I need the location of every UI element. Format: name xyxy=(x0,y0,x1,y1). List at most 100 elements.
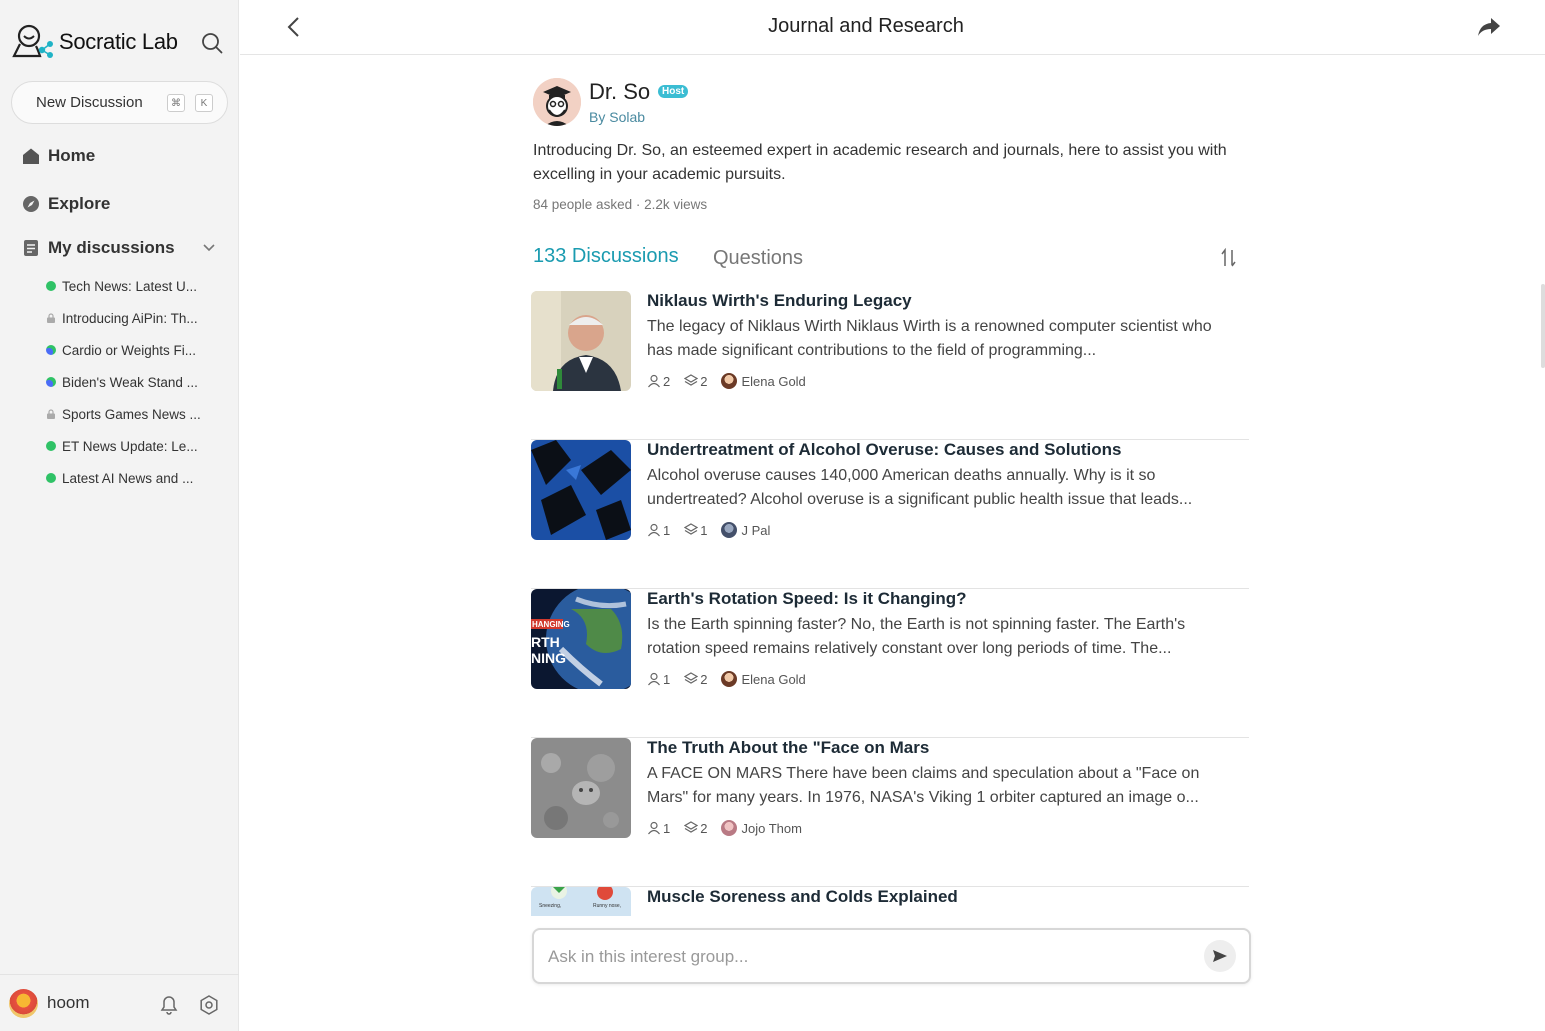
tab-discussions[interactable]: 133 Discussions xyxy=(533,245,679,268)
logo-text: Socratic Lab xyxy=(59,29,178,54)
top-bar: Journal and Research xyxy=(240,0,1545,55)
discussion-list: Tech News: Latest U... Introducing AiPin… xyxy=(46,270,216,494)
card-thumbnail[interactable] xyxy=(531,291,631,391)
status-dot-icon xyxy=(46,345,56,355)
people-icon xyxy=(648,672,660,686)
discussion-card[interactable]: HANGING RTH NING Earth's Rotation Speed:… xyxy=(531,589,1249,738)
card-meta: 1 2 Elena Gold xyxy=(647,671,806,687)
status-dot-icon xyxy=(46,473,56,483)
discussion-item-label: Latest AI News and ... xyxy=(62,470,194,486)
discussion-item-label: Introducing AiPin: Th... xyxy=(62,310,198,326)
new-discussion-label: New Discussion xyxy=(36,94,143,111)
settings-icon[interactable] xyxy=(199,995,219,1015)
nav-home[interactable]: Home xyxy=(22,146,95,166)
page-title: Journal and Research xyxy=(768,15,964,37)
discussion-card[interactable]: The Truth About the "Face on Mars A FACE… xyxy=(531,738,1249,887)
author-name[interactable]: J Pal xyxy=(741,523,770,538)
thumbnail-text: HANGING xyxy=(532,620,570,629)
new-discussion-button[interactable]: New Discussion ⌘ K xyxy=(11,81,228,124)
card-title[interactable]: Earth's Rotation Speed: Is it Changing? xyxy=(647,589,967,609)
author-name[interactable]: Jojo Thom xyxy=(741,821,801,836)
author-name[interactable]: Elena Gold xyxy=(741,374,805,389)
ask-input[interactable] xyxy=(548,944,1188,970)
logo[interactable]: Socratic Lab xyxy=(12,20,227,64)
earth-thumbnail: HANGING RTH NING xyxy=(531,589,631,689)
nav-explore[interactable]: Explore xyxy=(22,194,110,214)
share-icon[interactable] xyxy=(1477,16,1501,38)
discussion-item-label: Tech News: Latest U... xyxy=(62,278,198,294)
graduate-avatar-icon xyxy=(533,78,581,126)
discussion-card[interactable]: Sneezing, Runny nose, Muscle Soreness an… xyxy=(531,887,1249,917)
nav-my-discussions[interactable]: My discussions xyxy=(22,238,175,258)
card-thumbnail[interactable]: HANGING RTH NING xyxy=(531,589,631,689)
host-badge: Host xyxy=(658,85,689,98)
people-count: 1 xyxy=(663,522,671,538)
status-dot-icon xyxy=(46,441,56,451)
people-icon xyxy=(648,821,660,835)
card-title[interactable]: Undertreatment of Alcohol Overuse: Cause… xyxy=(647,440,1122,460)
discussion-item-label: Biden's Weak Stand ... xyxy=(62,374,198,390)
card-meta: 2 2 Elena Gold xyxy=(647,373,806,389)
discussion-item-label: Sports Games News ... xyxy=(62,406,201,422)
people-icon xyxy=(648,374,660,388)
layers-icon xyxy=(684,374,699,386)
discussion-item[interactable]: Tech News: Latest U... xyxy=(46,270,216,302)
search-icon[interactable] xyxy=(201,32,223,54)
layers-count: 2 xyxy=(700,671,708,687)
author-avatar xyxy=(721,522,738,538)
discussion-item[interactable]: ET News Update: Le... xyxy=(46,430,216,462)
socratic-lab-logo-icon xyxy=(12,24,53,58)
host-stats: 84 people asked · 2.2k views xyxy=(533,197,708,212)
discussion-item-label: ET News Update: Le... xyxy=(62,438,198,454)
thumbnail-text: RTH xyxy=(531,634,560,650)
nav-my-discussions-label: My discussions xyxy=(48,238,175,257)
discussion-card[interactable]: Niklaus Wirth's Enduring Legacy The lega… xyxy=(531,291,1249,440)
compass-icon xyxy=(23,196,39,212)
card-thumbnail[interactable]: Sneezing, Runny nose, xyxy=(531,887,631,916)
user-name[interactable]: hoom xyxy=(47,993,90,1013)
layers-count: 2 xyxy=(700,820,708,836)
discussion-item[interactable]: Latest AI News and ... xyxy=(46,462,216,494)
host-avatar[interactable] xyxy=(533,78,581,126)
layers-icon xyxy=(684,523,699,535)
lock-icon xyxy=(47,313,55,323)
card-title[interactable]: The Truth About the "Face on Mars xyxy=(647,738,929,758)
layers-icon xyxy=(684,821,699,833)
discussion-item[interactable]: Biden's Weak Stand ... xyxy=(46,366,216,398)
bell-icon[interactable] xyxy=(159,995,179,1015)
thumbnail-text: NING xyxy=(531,650,566,666)
discussion-item[interactable]: Cardio or Weights Fi... xyxy=(46,334,216,366)
user-avatar[interactable] xyxy=(9,988,38,1018)
people-count: 2 xyxy=(663,373,671,389)
people-icon xyxy=(648,523,660,537)
sort-icon[interactable] xyxy=(1221,248,1237,268)
scrollbar[interactable] xyxy=(1541,284,1545,368)
chevron-down-icon[interactable] xyxy=(200,238,218,256)
user-bar: hoom xyxy=(0,974,239,1031)
host-by-line[interactable]: By Solab xyxy=(589,109,645,125)
card-thumbnail[interactable] xyxy=(531,738,631,838)
author-name[interactable]: Elena Gold xyxy=(741,672,805,687)
status-dot-icon xyxy=(46,377,56,387)
card-title[interactable]: Niklaus Wirth's Enduring Legacy xyxy=(647,291,912,311)
host-name[interactable]: Dr. So xyxy=(589,79,650,105)
discussion-item[interactable]: Sports Games News ... xyxy=(46,398,216,430)
send-button[interactable] xyxy=(1204,940,1236,972)
ask-composer xyxy=(532,928,1251,984)
document-icon xyxy=(24,240,38,256)
nav-home-label: Home xyxy=(48,146,96,165)
status-dot-icon xyxy=(46,281,56,291)
tab-questions[interactable]: Questions xyxy=(713,247,803,270)
portrait-thumbnail xyxy=(531,291,631,391)
shortcut-cmd-key: ⌘ xyxy=(167,94,185,112)
card-excerpt: A FACE ON MARS There have been claims an… xyxy=(647,765,1200,806)
author-avatar xyxy=(721,373,738,389)
card-title[interactable]: Muscle Soreness and Colds Explained xyxy=(647,887,958,907)
discussion-item[interactable]: Introducing AiPin: Th... xyxy=(46,302,216,334)
card-thumbnail[interactable] xyxy=(531,440,631,540)
discussion-card[interactable]: Undertreatment of Alcohol Overuse: Cause… xyxy=(531,440,1249,589)
illustration-thumbnail: Sneezing, Runny nose, xyxy=(531,887,631,916)
host-description: Introducing Dr. So, an esteemed expert i… xyxy=(533,142,1227,183)
send-icon xyxy=(1213,950,1227,962)
home-icon xyxy=(23,148,39,164)
